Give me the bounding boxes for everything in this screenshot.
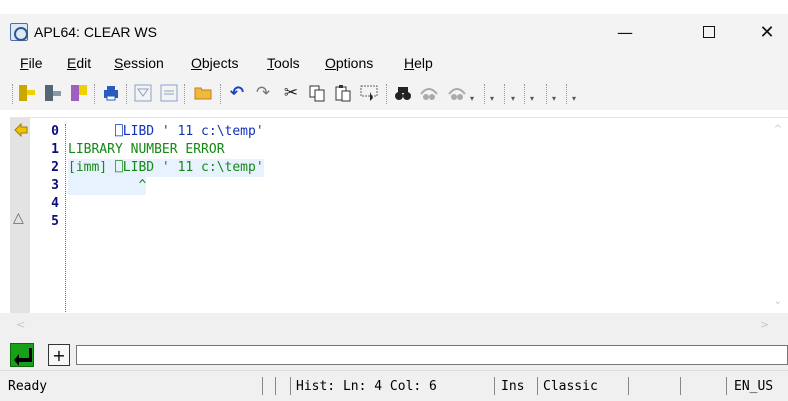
paste-icon[interactable] — [332, 82, 354, 104]
menu-bar: File Edit Session Objects Tools Options … — [0, 50, 788, 74]
toolbar-grip — [504, 84, 505, 104]
status-locale: EN_US — [734, 379, 774, 394]
status-separator — [262, 377, 263, 395]
code-line-input: ⎕LIBD ' 11 c:\temp' — [68, 124, 264, 139]
code-line-echo: [imm] ⎕LIBD ' 11 c:\temp' — [68, 159, 264, 177]
status-separator — [726, 377, 727, 395]
status-separator — [680, 377, 681, 395]
toolbar-dropdown[interactable]: ▾ — [530, 94, 534, 103]
toolbar: ↶ ↷ ✂ ▾ ▾ ▾ ▾ ▾ ▾ — [0, 74, 788, 110]
maximize-icon — [703, 26, 715, 38]
line-number: 3 — [51, 178, 59, 193]
status-separator — [494, 377, 495, 395]
find-next-icon[interactable] — [418, 82, 440, 104]
session-input-bar: + — [0, 337, 788, 370]
status-separator — [275, 377, 276, 395]
menu-tools[interactable]: Tools — [267, 55, 300, 71]
menu-file[interactable]: File — [20, 55, 43, 71]
toolbar-separator — [184, 84, 185, 104]
line-number: 0 — [51, 124, 59, 139]
line-number: 1 — [51, 142, 59, 157]
title-bar: APL64: CLEAR WS — ✕ — [0, 14, 788, 50]
menu-edit[interactable]: Edit — [67, 55, 91, 71]
copy-icon[interactable] — [306, 82, 328, 104]
line-number: 2 — [51, 160, 59, 175]
folder-icon[interactable] — [192, 82, 214, 104]
menu-help[interactable]: Help — [404, 55, 433, 71]
toolbar-grip — [546, 84, 547, 104]
toolbar-grip — [566, 84, 567, 104]
toolbar-separator — [386, 84, 387, 104]
code-line-error: LIBRARY NUMBER ERROR — [68, 142, 225, 157]
toolbar-dropdown[interactable]: ▾ — [572, 94, 576, 103]
undo-icon[interactable]: ↶ — [226, 82, 248, 104]
toolbar-separator — [126, 84, 127, 104]
cut-icon[interactable]: ✂ — [280, 82, 302, 104]
toolbar-grip — [12, 84, 13, 104]
status-classic: Classic — [543, 379, 598, 394]
toolbar-grip — [524, 84, 525, 104]
document-icon[interactable] — [158, 82, 180, 104]
current-line-arrow-icon — [14, 123, 28, 137]
maximize-button[interactable] — [686, 14, 732, 50]
status-separator — [537, 377, 538, 395]
close-button[interactable]: ✕ — [744, 14, 788, 50]
scroll-up-arrow-icon[interactable]: ^ — [774, 124, 782, 135]
print-icon[interactable] — [100, 82, 122, 104]
top-strip — [0, 0, 788, 14]
scroll-right-arrow-icon[interactable]: > — [760, 318, 769, 331]
toolbar-grip — [484, 84, 485, 104]
toolbar-separator — [94, 84, 95, 104]
status-separator — [290, 377, 291, 395]
horizontal-scrollbar[interactable]: < > — [0, 313, 788, 337]
menu-options[interactable]: Options — [325, 55, 373, 71]
open-workspace-icon[interactable] — [42, 82, 64, 104]
window-title: APL64: CLEAR WS — [34, 24, 157, 40]
toolbar-dropdown[interactable]: ▾ — [511, 94, 515, 103]
gutter: △ — [10, 118, 30, 314]
menu-objects[interactable]: Objects — [191, 55, 238, 71]
toolbar-separator — [220, 84, 221, 104]
code-line-caret: ^ — [68, 177, 147, 195]
find-previous-icon[interactable] — [446, 82, 468, 104]
status-separator — [628, 377, 629, 395]
status-ready: Ready — [8, 379, 48, 394]
line-number: 5 — [51, 214, 59, 229]
select-icon[interactable] — [358, 82, 380, 104]
find-icon[interactable] — [392, 82, 414, 104]
expand-plus-button[interactable]: + — [48, 344, 70, 366]
status-bar: Ready Hist: Ln: 4 Col: 6 Ins Classic EN_… — [0, 370, 788, 401]
line-number: 4 — [51, 196, 59, 211]
menu-session[interactable]: Session — [114, 55, 164, 71]
toolbar-dropdown[interactable]: ▾ — [470, 94, 474, 103]
line-numbers: 0 1 2 3 4 5 — [30, 124, 66, 314]
redo-icon[interactable]: ↷ — [252, 82, 274, 104]
app-icon — [10, 23, 28, 41]
toolbar-dropdown[interactable]: ▾ — [490, 94, 494, 103]
new-session-icon[interactable] — [16, 82, 38, 104]
filter-icon[interactable] — [132, 82, 154, 104]
warning-triangle-icon: △ — [13, 210, 24, 226]
session-input-field[interactable] — [76, 345, 788, 365]
session-editor[interactable]: △ 0 1 2 3 4 5 ⎕LIBD ' 11 c:\temp' LIBRAR… — [10, 117, 788, 314]
scroll-left-arrow-icon[interactable]: < — [16, 318, 25, 331]
scroll-down-arrow-icon[interactable]: ⌄ — [774, 296, 782, 307]
minimize-button[interactable]: — — [602, 14, 648, 50]
toolbar-dropdown[interactable]: ▾ — [552, 94, 556, 103]
status-ins: Ins — [501, 379, 525, 394]
enter-button[interactable] — [10, 343, 34, 367]
save-workspace-icon[interactable] — [68, 82, 90, 104]
status-hist: Hist: Ln: 4 Col: 6 — [296, 379, 437, 394]
